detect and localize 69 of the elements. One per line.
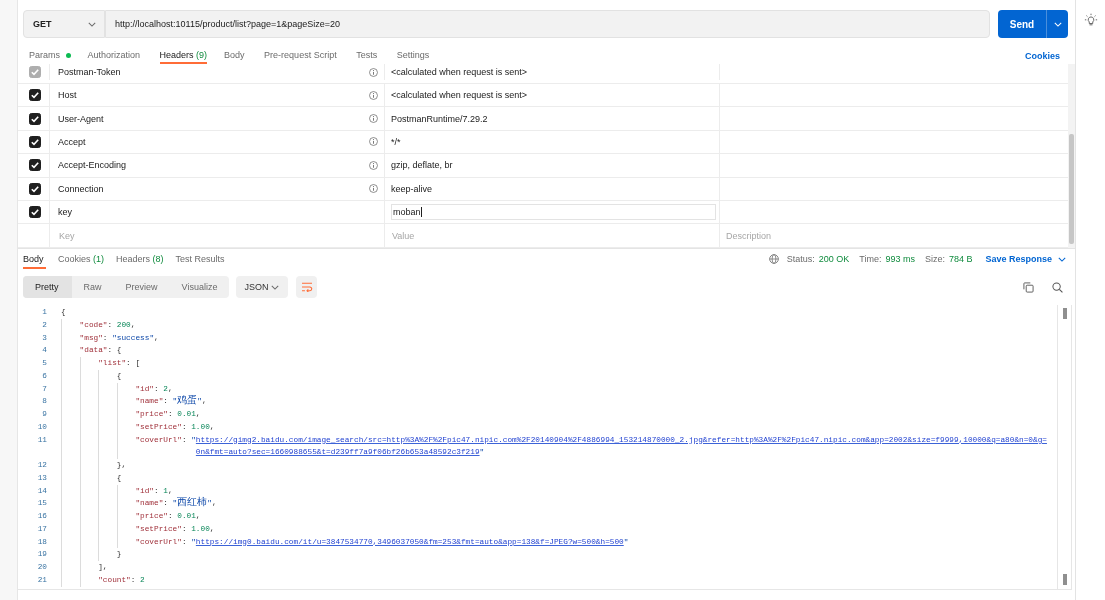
status-label: Status:: [786, 254, 815, 264]
request-tab[interactable]: Tests: [356, 45, 380, 64]
request-tab[interactable]: Params: [29, 45, 71, 64]
wrap-lines-button[interactable]: [296, 276, 318, 298]
time-value: 993 ms: [885, 254, 915, 264]
info-icon[interactable]: [369, 137, 378, 147]
info-icon[interactable]: [369, 184, 378, 194]
time-label: Time:: [859, 254, 882, 264]
view-mode-tab[interactable]: Pretty: [23, 276, 72, 298]
view-mode-tab[interactable]: Raw: [71, 276, 114, 298]
request-tab[interactable]: Body: [224, 45, 248, 64]
checkbox[interactable]: [28, 89, 41, 102]
request-tab[interactable]: Settings: [396, 45, 432, 64]
response-tab[interactable]: Headers (8): [116, 249, 164, 269]
copy-icon[interactable]: [1023, 281, 1034, 293]
header-value: gzip, deflate, br: [391, 160, 453, 171]
save-response-button[interactable]: Save Response: [985, 254, 1066, 264]
format-dropdown[interactable]: JSON: [236, 276, 289, 298]
checkbox[interactable]: [28, 182, 41, 195]
status-value: 200 OK: [818, 254, 850, 264]
checkbox[interactable]: [28, 135, 41, 148]
header-value: keep-alive: [391, 183, 433, 194]
scrollbar-thumb[interactable]: [1062, 574, 1067, 585]
key-field[interactable]: Key: [58, 224, 378, 247]
wrap-lines-icon: [300, 282, 313, 292]
checkbox[interactable]: [28, 112, 41, 125]
request-tab[interactable]: Headers (9): [159, 45, 208, 64]
scrollbar-thumb[interactable]: [1062, 308, 1067, 319]
caret-icon: [1058, 256, 1066, 262]
view-mode-tab[interactable]: Visualize: [169, 276, 230, 298]
request-tab[interactable]: Authorization: [87, 45, 143, 64]
globe-icon[interactable]: [768, 254, 779, 264]
send-button[interactable]: Send: [998, 10, 1046, 38]
text-cursor: [420, 207, 422, 218]
size-label: Size:: [924, 254, 945, 264]
header-key: Host: [58, 90, 77, 101]
header-value: PostmanRuntime/7.29.2: [391, 113, 488, 124]
header-key: key: [58, 207, 72, 218]
search-icon[interactable]: [1052, 281, 1063, 293]
method-dropdown[interactable]: GET: [23, 10, 105, 38]
description-field[interactable]: Description: [720, 224, 1068, 247]
checkbox[interactable]: [28, 206, 41, 219]
response-tab[interactable]: Body: [23, 249, 46, 269]
lightbulb-icon[interactable]: [1083, 13, 1098, 27]
info-icon[interactable]: [369, 90, 378, 100]
scrollbar-thumb[interactable]: [1069, 134, 1074, 244]
header-value: <calculated when request is sent>: [391, 67, 528, 77]
response-tab[interactable]: Test Results: [175, 249, 228, 269]
header-value: <calculated when request is sent>: [391, 90, 528, 101]
checkbox[interactable]: [28, 159, 41, 172]
response-tab[interactable]: Cookies (1): [58, 249, 105, 269]
cookies-link[interactable]: Cookies: [1025, 48, 1060, 61]
info-icon[interactable]: [369, 160, 378, 170]
size-value: 784 B: [948, 254, 973, 264]
url-field[interactable]: http://localhost:10115/product/list?page=1&pageSize=20: [105, 10, 990, 38]
header-key: Connection: [58, 183, 104, 194]
header-key: Accept-Encoding: [58, 160, 127, 171]
value-field[interactable]: moban: [391, 204, 716, 221]
view-mode-tab[interactable]: Preview: [113, 276, 170, 298]
caret-icon: [1053, 21, 1062, 27]
request-tab[interactable]: Pre-request Script: [264, 45, 340, 64]
header-key: Postman-Token: [58, 67, 121, 77]
header-value: */*: [391, 136, 401, 147]
header-key: User-Agent: [58, 113, 104, 124]
header-key: Accept: [58, 136, 86, 147]
info-icon[interactable]: [369, 114, 378, 124]
value-field[interactable]: Value: [391, 224, 716, 247]
caret-icon: [271, 284, 280, 290]
caret-icon: [88, 21, 96, 27]
